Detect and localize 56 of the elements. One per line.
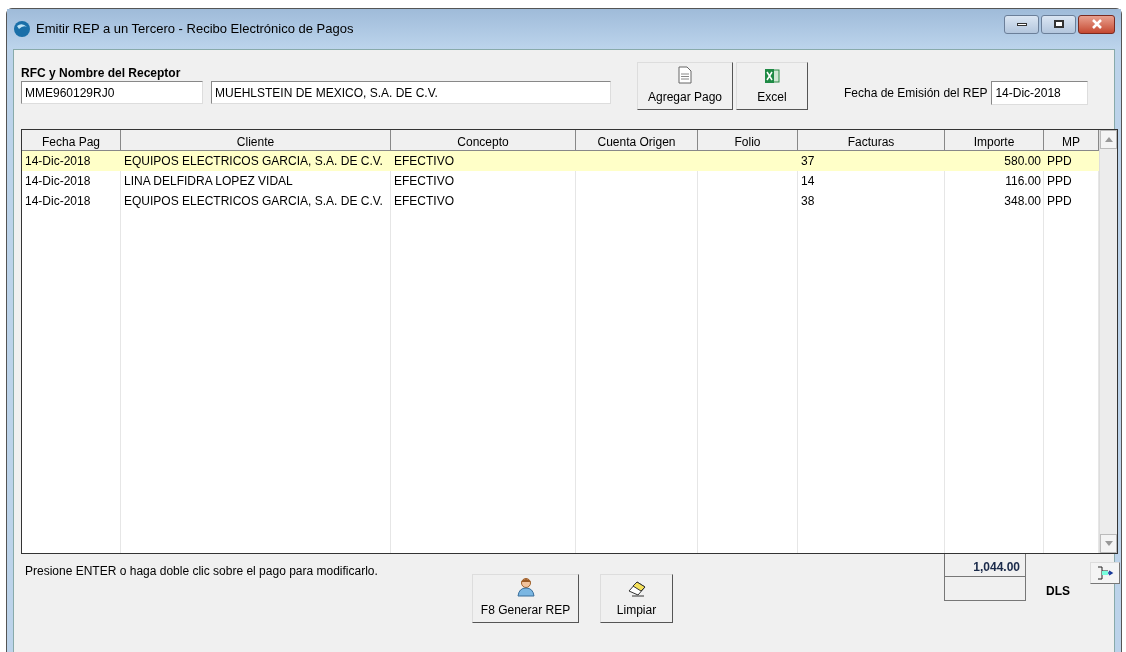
close-button[interactable]	[1078, 14, 1115, 34]
table-cell: 14	[801, 174, 815, 188]
table-cell: 348.00	[1004, 194, 1041, 208]
table-cell: 38	[801, 194, 815, 208]
action-button[interactable]: F8 Generar REP	[472, 574, 579, 623]
column-header[interactable]: Importe	[945, 130, 1044, 150]
column-header[interactable]: Fecha Pag	[22, 130, 121, 150]
name-field[interactable]: MUEHLSTEIN DE MEXICO, S.A. DE C.V.	[211, 81, 611, 104]
date-field[interactable]: 14-Dic-2018	[991, 81, 1089, 105]
scroll-up-button[interactable]	[1100, 130, 1117, 149]
arrow-out-icon	[1096, 566, 1114, 580]
toolbar-button[interactable]: Agregar Pago	[637, 62, 733, 110]
rfc-field[interactable]: MME960129RJ0	[21, 81, 203, 104]
down-arrow-icon	[1104, 541, 1113, 546]
column-header[interactable]: Cuenta Origen	[576, 130, 698, 150]
action-button[interactable]: Limpiar	[600, 574, 673, 623]
table-cell: EFECTIVO	[394, 194, 454, 208]
currency-label: DLS	[1046, 583, 1070, 600]
hint-text: Presione ENTER o haga doble clic sobre el pago para modificarlo.	[25, 563, 378, 580]
table-row[interactable]: 14-Dic-2018 LINA DELFIDRA LOPEZ VIDAL EFECTIVO 14 116.00 PPD	[22, 171, 1099, 191]
table-cell: 580.00	[1004, 154, 1041, 168]
close-icon	[1090, 19, 1103, 29]
table-cell: PPD	[1047, 174, 1072, 188]
table-row[interactable]: 14-Dic-2018 EQUIPOS ELECTRICOS GARCIA, S.A. DE C.V. EFECTIVO 38 348.00 PPD	[22, 191, 1099, 211]
table-cell: LINA DELFIDRA LOPEZ VIDAL	[124, 174, 293, 188]
receptor-label: RFC y Nombre del Receptor	[21, 65, 181, 82]
scroll-down-button[interactable]	[1100, 534, 1117, 553]
person-icon	[516, 577, 535, 597]
minimize-button[interactable]	[1004, 14, 1039, 34]
table-cell: 116.00	[1005, 174, 1041, 188]
column-header[interactable]: Folio	[698, 130, 798, 150]
column-header[interactable]: Facturas	[798, 130, 945, 150]
maximize-button[interactable]	[1041, 14, 1076, 34]
table-cell: EQUIPOS ELECTRICOS GARCIA, S.A. DE C.V.	[124, 154, 383, 168]
document-icon	[678, 66, 692, 84]
table-cell: 14-Dic-2018	[25, 174, 91, 188]
table-cell: PPD	[1047, 194, 1072, 208]
total-amount: 1,044.00	[945, 554, 1025, 577]
column-header[interactable]: Cliente	[121, 130, 391, 150]
table-cell: 14-Dic-2018	[25, 154, 91, 168]
table-row[interactable]: 14-Dic-2018 EQUIPOS ELECTRICOS GARCIA, S.A. DE C.V. EFECTIVO 37 580.00 PPD	[22, 151, 1099, 171]
table-cell: EFECTIVO	[394, 154, 454, 168]
export-button[interactable]	[1090, 562, 1120, 584]
app-icon	[13, 20, 31, 38]
toolbar-button[interactable]: Excel	[736, 62, 808, 110]
up-arrow-icon	[1104, 137, 1113, 142]
table-cell: 37	[801, 154, 815, 168]
table-cell: EQUIPOS ELECTRICOS GARCIA, S.A. DE C.V.	[124, 194, 383, 208]
window-title: Emitir REP a un Tercero - Recibo Electrónico de Pagos	[36, 20, 354, 39]
column-header[interactable]: Concepto	[391, 130, 576, 150]
table-cell: EFECTIVO	[394, 174, 454, 188]
scrollbar[interactable]	[1099, 130, 1117, 553]
table-cell: 14-Dic-2018	[25, 194, 91, 208]
table-cell: PPD	[1047, 154, 1072, 168]
spreadsheet-icon	[764, 68, 780, 84]
date-label: Fecha de Emisión del REP	[844, 85, 988, 102]
